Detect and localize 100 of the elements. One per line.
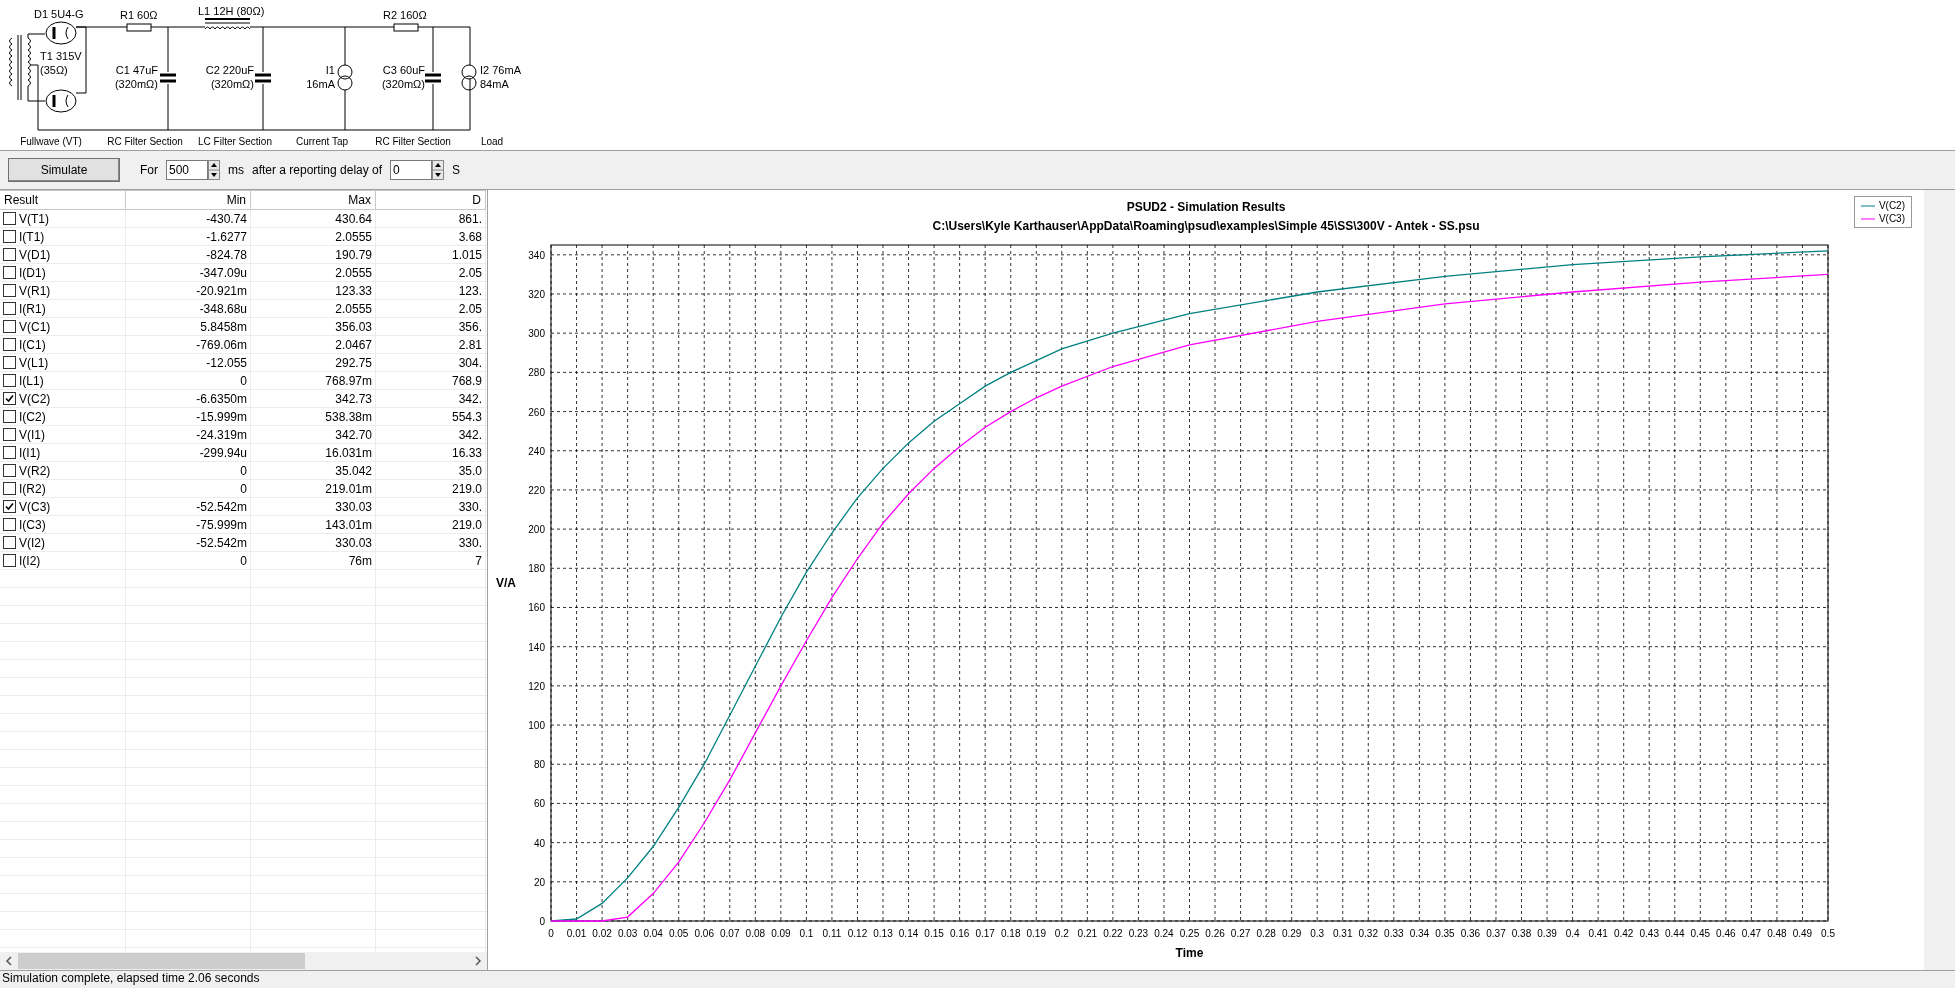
result-cell[interactable]: I(C1) (0, 336, 126, 353)
x-tick-label: 0.39 (1537, 928, 1557, 939)
y-tick-label: 280 (528, 367, 545, 379)
x-tick-label: 0.22 (1103, 928, 1123, 939)
checkbox[interactable] (3, 320, 16, 333)
delay-field[interactable]: 0 (390, 160, 433, 180)
checkbox[interactable] (3, 302, 16, 315)
table-cell: 219.01m (251, 480, 376, 497)
column-header[interactable]: Max (251, 190, 376, 210)
result-cell[interactable]: I(I1) (0, 444, 126, 461)
table-cell: -12.055 (126, 354, 251, 371)
x-tick-label: 0.15 (924, 928, 944, 939)
table-cell: 768.97m (251, 372, 376, 389)
result-cell[interactable]: I(R2) (0, 480, 126, 497)
x-tick-label: 0.04 (643, 928, 663, 939)
x-tick-label: 0.35 (1435, 928, 1455, 939)
component-label: L1 12H (80Ω) (198, 5, 265, 17)
x-tick-label: 0.42 (1613, 928, 1634, 939)
result-cell[interactable]: I(I2) (0, 552, 126, 569)
result-cell[interactable]: I(D1) (0, 264, 126, 281)
table-cell: -15.999m (126, 408, 251, 425)
y-tick-label: 220 (528, 484, 545, 496)
table-cell: 16.33 (376, 444, 486, 461)
table-cell: 2.81 (376, 336, 486, 353)
result-cell[interactable]: I(T1) (0, 228, 126, 245)
checkbox[interactable] (3, 248, 16, 261)
result-name: V(C2) (19, 391, 51, 406)
result-cell[interactable]: V(R1) (0, 282, 126, 299)
column-header[interactable]: Min (126, 190, 251, 210)
table-cell: 2.0555 (251, 228, 376, 245)
checkbox[interactable] (3, 428, 16, 441)
result-cell[interactable]: V(C2) (0, 390, 126, 407)
unit-label: S (452, 163, 461, 177)
x-tick-label: 0.25 (1179, 928, 1200, 939)
spin-buttons[interactable] (208, 160, 220, 180)
checkbox[interactable] (3, 464, 16, 477)
checkbox[interactable] (3, 212, 16, 225)
result-cell[interactable]: V(I2) (0, 534, 126, 551)
checkbox[interactable] (3, 536, 16, 549)
y-tick-label: 120 (528, 680, 545, 692)
result-cell[interactable]: V(I1) (0, 426, 126, 443)
table-cell: 330. (376, 498, 486, 515)
result-name: V(L1) (19, 355, 49, 370)
result-cell[interactable]: I(C3) (0, 516, 126, 533)
x-tick-label: 0.11 (822, 928, 842, 939)
table-cell: -20.921m (126, 282, 251, 299)
x-tick-label: 0.32 (1358, 928, 1378, 939)
result-cell[interactable]: I(L1) (0, 372, 126, 389)
scrollbar-thumb[interactable] (18, 953, 305, 969)
result-name: V(R1) (19, 283, 51, 298)
component-label: 84mA (480, 78, 509, 90)
checkbox[interactable] (3, 338, 16, 351)
table-cell: 16.031m (251, 444, 376, 461)
column-header[interactable]: Result (0, 190, 126, 210)
duration-field[interactable]: 500 (166, 160, 208, 180)
result-name: I(R1) (19, 301, 46, 316)
x-tick-label: 0.1 (799, 928, 814, 939)
x-tick-label: 0.17 (975, 928, 995, 939)
checkbox[interactable] (3, 356, 16, 369)
table-cell: 0 (126, 372, 251, 389)
result-cell[interactable]: V(C3) (0, 498, 126, 515)
result-cell[interactable]: V(D1) (0, 246, 126, 263)
checkbox[interactable] (3, 284, 16, 297)
checkbox[interactable] (3, 410, 16, 423)
table-cell: 2.05 (376, 264, 486, 281)
checkbox[interactable] (3, 482, 16, 495)
column-header[interactable]: D (376, 190, 486, 210)
checkbox[interactable] (3, 446, 16, 459)
table-cell: -348.68u (126, 300, 251, 317)
x-tick-label: 0.43 (1639, 928, 1659, 939)
table-cell: -6.6350m (126, 390, 251, 407)
chart-subtitle: C:\Users\Kyle Karthauser\AppData\Roaming\psud\examples\Simple 45\SS\300V - Antek - SS.psu (932, 219, 1480, 233)
x-tick-label: 0.47 (1741, 928, 1762, 939)
result-cell[interactable]: V(T1) (0, 210, 126, 227)
x-tick-label: 0.09 (771, 928, 791, 939)
result-name: V(T1) (19, 211, 49, 226)
checkbox[interactable] (3, 500, 16, 513)
x-tick-label: 0.27 (1230, 928, 1251, 939)
checkbox[interactable] (3, 266, 16, 279)
table-cell: -75.999m (126, 516, 251, 533)
y-tick-label: 100 (528, 720, 545, 732)
result-name: I(C1) (19, 337, 46, 352)
result-cell[interactable]: I(C2) (0, 408, 126, 425)
spin-buttons[interactable] (432, 160, 445, 180)
result-cell[interactable]: V(R2) (0, 462, 126, 479)
result-name: I(R2) (19, 481, 46, 496)
component-label: 16mA (306, 78, 335, 90)
result-cell[interactable]: V(C1) (0, 318, 126, 335)
result-cell[interactable]: I(R1) (0, 300, 126, 317)
simulate-button[interactable]: Simulate (8, 158, 120, 182)
checkbox[interactable] (3, 518, 16, 531)
section-label: RC Filter Section (107, 136, 183, 147)
checkbox[interactable] (3, 554, 16, 567)
resistor-symbol (126, 23, 152, 32)
checkbox[interactable] (3, 374, 16, 387)
checkbox[interactable] (3, 230, 16, 243)
checkbox[interactable] (3, 392, 16, 405)
result-cell[interactable]: V(L1) (0, 354, 126, 371)
table-cell: 342. (376, 426, 486, 443)
table-cell: 342.73 (251, 390, 376, 407)
